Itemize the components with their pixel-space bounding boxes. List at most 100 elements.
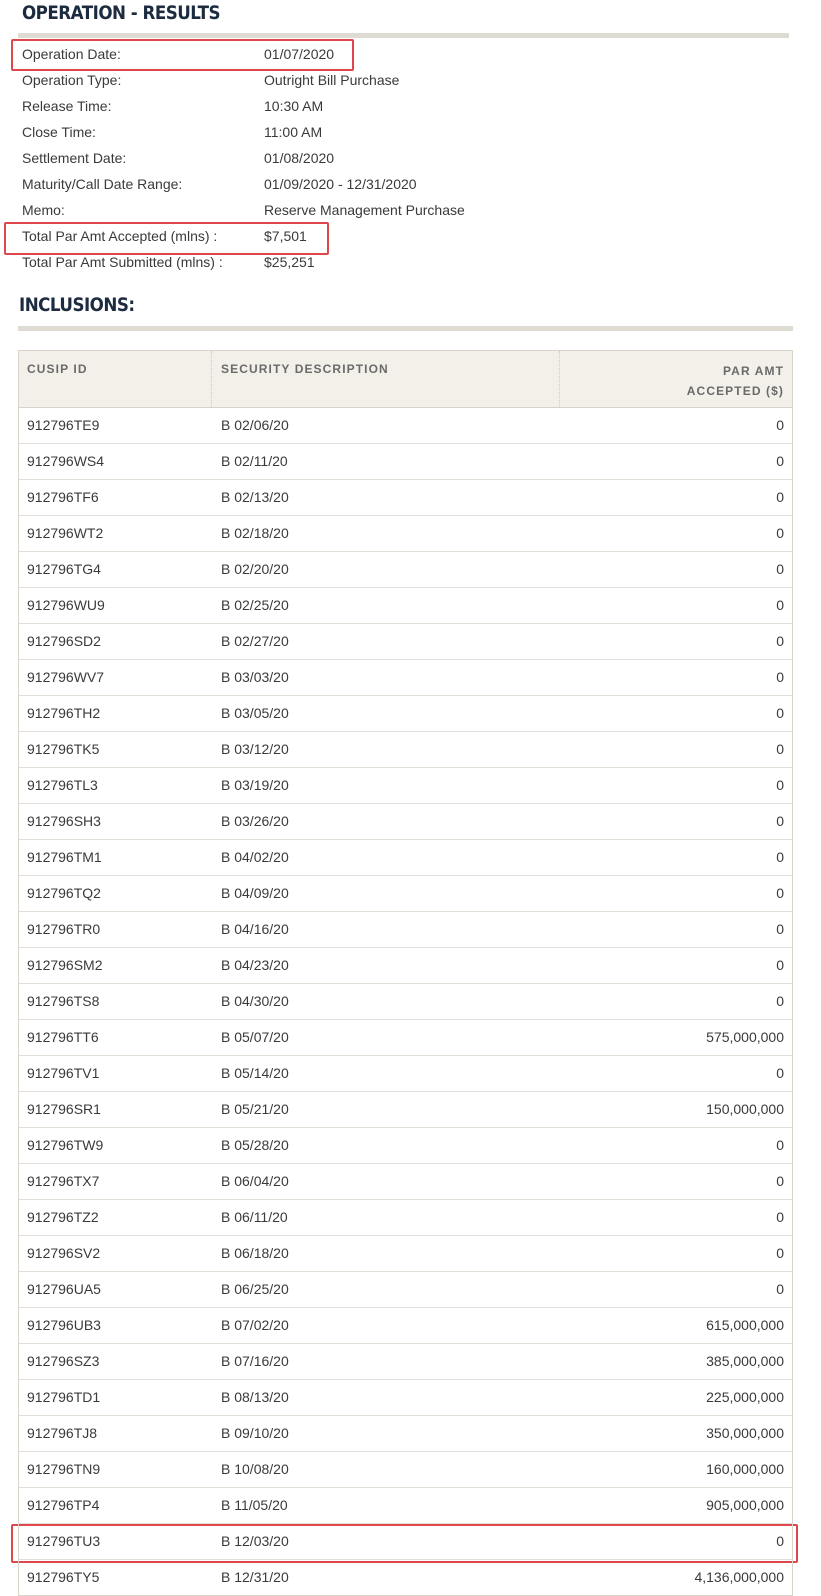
security-description-cell: B 12/03/20 [221,1533,289,1549]
security-description-cell: B 02/25/20 [221,597,289,613]
cusip-cell: 912796TN9 [27,1461,101,1477]
security-description-cell: B 02/11/20 [221,453,288,469]
cusip-cell: 912796TL3 [27,777,98,793]
inclusions-table: CUSIP ID SECURITY DESCRIPTION PAR AMT ACC… [18,350,793,1596]
table-row: 912796TW9 B 05/28/20 0 [19,1128,792,1164]
detail-row: Maturity/Call Date Range: 01/09/2020 - 12… [22,171,542,197]
cusip-cell: 912796TJ8 [27,1425,98,1441]
detail-value: Reserve Management Purchase [264,202,465,218]
security-description-cell: B 09/10/20 [221,1425,289,1441]
detail-label: Memo: [22,202,65,218]
table-row: 912796TV1 B 05/14/20 0 [19,1056,792,1092]
security-description-cell: B 03/12/20 [221,741,289,757]
par-amt-cell: 0 [776,705,784,721]
header-cusip-id[interactable]: CUSIP ID [19,351,212,407]
cusip-cell: 912796WV7 [27,669,105,685]
detail-row: Close Time: 11:00 AM [22,119,542,145]
par-amt-cell: 0 [776,633,784,649]
par-amt-cell: 0 [776,597,784,613]
cusip-cell: 912796TK5 [27,741,100,757]
cusip-cell: 912796TR0 [27,921,101,937]
header-security-description[interactable]: SECURITY DESCRIPTION [212,351,560,407]
cusip-cell: 912796SV2 [27,1245,101,1261]
detail-value: 11:00 AM [264,124,323,140]
table-row: 912796SM2 B 04/23/20 0 [19,948,792,984]
table-row: 912796TZ2 B 06/11/20 0 [19,1200,792,1236]
security-description-cell: B 05/07/20 [221,1029,289,1045]
security-description-cell: B 06/25/20 [221,1281,289,1297]
security-description-cell: B 02/20/20 [221,561,289,577]
table-row: 912796TF6 B 02/13/20 0 [19,480,792,516]
cusip-cell: 912796SM2 [27,957,103,973]
cusip-cell: 912796TE9 [27,417,100,433]
cusip-cell: 912796SH3 [27,813,101,829]
cusip-cell: 912796TQ2 [27,885,101,901]
header-par-amt-accepted[interactable]: PAR AMT ACCEPTED ($) [560,351,792,407]
detail-label: Maturity/Call Date Range: [22,176,183,192]
par-amt-cell: 0 [776,1137,784,1153]
par-amt-cell: 0 [776,849,784,865]
security-description-cell: B 10/08/20 [221,1461,289,1477]
security-description-cell: B 02/13/20 [221,489,289,505]
highlight-total-accepted [4,222,329,255]
par-amt-cell: 0 [776,1245,784,1261]
security-description-cell: B 06/11/20 [221,1209,288,1225]
par-amt-cell: 575,000,000 [706,1029,784,1045]
par-amt-cell: 0 [776,1533,784,1549]
table-row: 912796SH3 B 03/26/20 0 [19,804,792,840]
cusip-cell: 912796UA5 [27,1281,101,1297]
par-amt-cell: 0 [776,813,784,829]
security-description-cell: B 03/19/20 [221,777,289,793]
table-row: 912796TK5 B 03/12/20 0 [19,732,792,768]
table-row: 912796TN9 B 10/08/20 160,000,000 [19,1452,792,1488]
table-row: 912796TD1 B 08/13/20 225,000,000 [19,1380,792,1416]
table-row: 912796TL3 B 03/19/20 0 [19,768,792,804]
cusip-cell: 912796TD1 [27,1389,101,1405]
table-row: 912796WS4 B 02/11/20 0 [19,444,792,480]
table-row: 912796TS8 B 04/30/20 0 [19,984,792,1020]
cusip-cell: 912796TU3 [27,1533,101,1549]
security-description-cell: B 05/28/20 [221,1137,289,1153]
security-description-cell: B 08/13/20 [221,1389,289,1405]
table-row: 912796TE9 B 02/06/20 0 [19,408,792,444]
cusip-cell: 912796WT2 [27,525,104,541]
detail-row: Settlement Date: 01/08/2020 [22,145,542,171]
table-row: 912796UB3 B 07/02/20 615,000,000 [19,1308,792,1344]
security-description-cell: B 04/30/20 [221,993,289,1009]
detail-value: 10:30 AM [264,98,324,114]
cusip-cell: 912796TF6 [27,489,99,505]
cusip-cell: 912796SZ3 [27,1353,100,1369]
detail-label: Close Time: [22,124,96,140]
detail-value: 01/08/2020 [264,150,335,166]
security-description-cell: B 11/05/20 [221,1497,288,1513]
par-amt-cell: 0 [776,489,784,505]
table-row: 912796SZ3 B 07/16/20 385,000,000 [19,1344,792,1380]
cusip-cell: 912796UB3 [27,1317,101,1333]
table-row: 912796SV2 B 06/18/20 0 [19,1236,792,1272]
security-description-cell: B 04/09/20 [221,885,289,901]
cusip-cell: 912796SD2 [27,633,101,649]
header-par-amt-label: PAR AMT ACCEPTED ($) [686,364,784,398]
security-description-cell: B 05/21/20 [221,1101,289,1117]
par-amt-cell: 0 [776,453,784,469]
par-amt-cell: 4,136,000,000 [694,1569,784,1585]
par-amt-cell: 0 [776,777,784,793]
cusip-cell: 912796TM1 [27,849,102,865]
par-amt-cell: 385,000,000 [706,1353,784,1369]
par-amt-cell: 0 [776,669,784,685]
par-amt-cell: 0 [776,885,784,901]
par-amt-cell: 0 [776,921,784,937]
security-description-cell: B 03/03/20 [221,669,289,685]
security-description-cell: B 02/27/20 [221,633,289,649]
table-row: 912796TR0 B 04/16/20 0 [19,912,792,948]
par-amt-cell: 350,000,000 [706,1425,784,1441]
cusip-cell: 912796TS8 [27,993,100,1009]
cusip-cell: 912796TX7 [27,1173,100,1189]
table-body: 912796TE9 B 02/06/20 0 912796WS4 B 02/11/20 0… [19,408,792,1595]
par-amt-cell: 0 [776,417,784,433]
par-amt-cell: 615,000,000 [706,1317,784,1333]
inclusions-title: INCLUSIONS: [19,294,135,316]
table-row: 912796TU3 B 12/03/20 0 [19,1524,792,1560]
security-description-cell: B 06/04/20 [221,1173,289,1189]
par-amt-cell: 0 [776,1173,784,1189]
